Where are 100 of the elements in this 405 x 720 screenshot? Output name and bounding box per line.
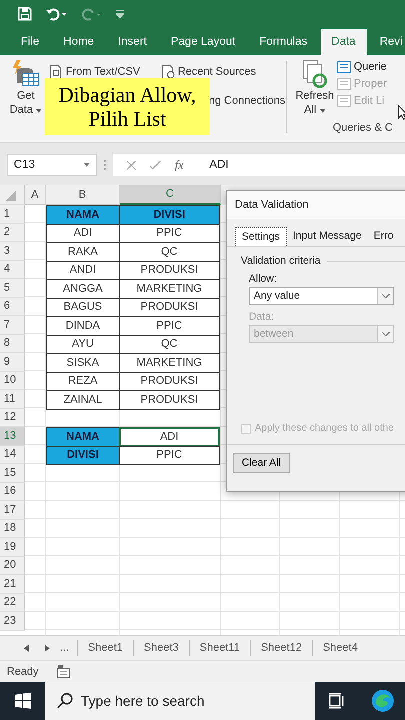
row-header[interactable]: 1	[0, 205, 25, 224]
row-header[interactable]: 7	[0, 316, 25, 334]
row-header[interactable]: 18	[0, 520, 25, 538]
table-cell: DINDA	[46, 316, 120, 336]
caret-icon	[84, 163, 90, 167]
sheet-tab[interactable]: Sheet11	[188, 640, 250, 656]
table-cell: MARKETING	[119, 353, 220, 372]
row-header[interactable]: 22	[0, 594, 25, 612]
table-cell: QC	[119, 242, 220, 262]
table-cell: PRODUKSI	[119, 298, 220, 317]
column-header[interactable]: A	[25, 185, 46, 205]
row-header[interactable]: 13	[0, 427, 25, 446]
header-cell: NAMA	[46, 427, 120, 446]
table-cell: RAKA	[46, 242, 120, 262]
list-icon	[337, 61, 351, 73]
header-cell: NAMA	[46, 205, 120, 224]
row-header[interactable]: 16	[0, 482, 25, 501]
undo-icon[interactable]	[46, 6, 68, 20]
row-header[interactable]: 6	[0, 298, 25, 316]
dialog-tab[interactable]: Erro	[368, 227, 400, 246]
refresh-icon	[301, 59, 329, 89]
sheet-tab[interactable]: Sheet1	[77, 640, 134, 656]
sheet-tab[interactable]: Sheet4	[312, 640, 368, 656]
ribbon-tab[interactable]: Revi	[368, 29, 405, 55]
table-cell: PPIC	[119, 224, 220, 243]
chevron-down-icon	[382, 294, 390, 298]
dropdown-field[interactable]: Any value	[249, 287, 394, 305]
row-header[interactable]: 4	[0, 260, 25, 279]
clear-all-button[interactable]: Clear All	[233, 453, 290, 473]
table-cell: PRODUKSI	[119, 372, 220, 391]
table-cell: SISKA	[46, 353, 120, 372]
table-cell: ADI	[119, 427, 220, 446]
more-sheets-button[interactable]: ...	[60, 642, 78, 654]
queries-item[interactable]: Querie	[337, 61, 405, 73]
table-cell: ANGGA	[46, 279, 120, 298]
table-cell: PRODUKSI	[119, 260, 220, 280]
status-text: Ready	[7, 666, 39, 678]
get-data-button[interactable]: Get Data	[8, 59, 44, 142]
task-view-icon[interactable]	[329, 693, 345, 709]
list-icon	[337, 95, 351, 107]
table-cell: PPIC	[119, 446, 220, 465]
scroll-left-icon[interactable]	[24, 644, 29, 652]
row-header[interactable]: 2	[0, 224, 25, 242]
customize-icon[interactable]	[116, 10, 124, 18]
field-label: Allow:	[249, 273, 278, 285]
table-cell: PRODUKSI	[119, 390, 220, 410]
macro-record-icon[interactable]	[56, 665, 70, 678]
row-header[interactable]: 3	[0, 242, 25, 260]
drag-handle-icon[interactable]	[103, 158, 107, 172]
chevron-down-icon	[382, 332, 390, 336]
row-header[interactable]: 21	[0, 575, 25, 594]
caret-icon	[36, 109, 42, 113]
field-label: Data:	[249, 311, 274, 323]
row-header[interactable]: 11	[0, 390, 25, 408]
dialog-tab[interactable]: Input Message	[286, 227, 368, 246]
section-label: Validation criteria	[241, 255, 321, 267]
ribbon-tab[interactable]: Formulas	[248, 29, 319, 55]
table-cell: MARKETING	[119, 279, 220, 298]
header-cell: DIVISI	[119, 205, 220, 224]
insert-function-button[interactable]: fx	[175, 158, 184, 172]
windows-logo-icon[interactable]	[14, 693, 30, 709]
row-header[interactable]: 9	[0, 353, 25, 372]
caret-icon	[320, 109, 326, 113]
search-field[interactable]: Type here to search	[45, 682, 315, 720]
column-header[interactable]: B	[46, 185, 120, 205]
header-cell: DIVISI	[46, 446, 120, 465]
caption-text: Dibagian Allow,	[58, 82, 196, 106]
row-header[interactable]: 15	[0, 464, 25, 482]
checkbox-label: Apply these changes to all othe	[255, 423, 394, 434]
document-icon	[50, 65, 63, 79]
ribbon-tab[interactable]: Insert	[107, 29, 158, 55]
row-header[interactable]: 19	[0, 538, 25, 556]
row-header[interactable]: 8	[0, 334, 25, 353]
database-table-icon	[11, 59, 41, 89]
ribbon-tab[interactable]: Data	[320, 29, 367, 55]
sheet-tab[interactable]: Sheet3	[133, 640, 189, 656]
formula-text: ADI	[210, 159, 229, 171]
sheet-tab[interactable]: Sheet12	[250, 640, 312, 656]
save-icon[interactable]	[18, 6, 32, 20]
row-header[interactable]: 20	[0, 556, 25, 575]
row-header[interactable]: 12	[0, 408, 25, 427]
ribbon-tab[interactable]: File	[10, 29, 51, 55]
row-header[interactable]: 23	[0, 612, 25, 630]
check-icon[interactable]	[150, 160, 161, 170]
ribbon-tab[interactable]: Home	[52, 29, 106, 55]
row-header[interactable]: 5	[0, 279, 25, 298]
group-label: Queries & C	[333, 122, 393, 134]
dialog-tab[interactable]: Settings	[235, 227, 287, 246]
ribbon-tab[interactable]: Page Layout	[160, 29, 247, 55]
row-header[interactable]: 14	[0, 446, 25, 464]
row-header[interactable]: 10	[0, 372, 25, 390]
browser-icon[interactable]	[371, 689, 395, 713]
name-box[interactable]: C13	[7, 154, 97, 176]
list-icon	[337, 78, 351, 90]
scroll-right-icon[interactable]	[45, 644, 50, 652]
table-cell: ZAINAL	[46, 390, 120, 410]
column-header[interactable]: C	[120, 185, 221, 205]
row-header[interactable]: 17	[0, 501, 25, 520]
dialog-title: Data Validation	[227, 191, 405, 219]
table-cell: QC	[119, 334, 220, 354]
